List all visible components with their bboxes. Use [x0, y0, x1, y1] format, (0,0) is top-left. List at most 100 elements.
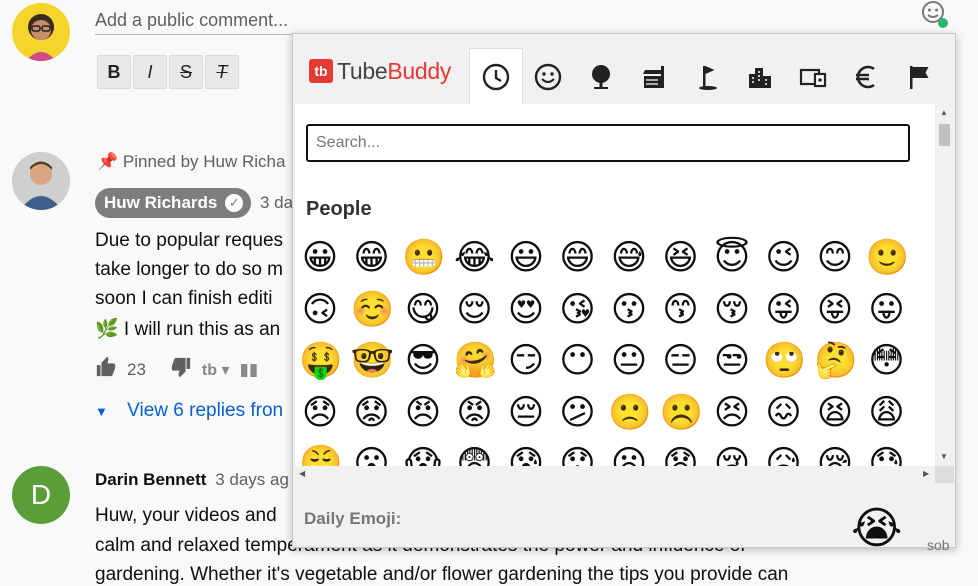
emoji-item[interactable]: 😪: [814, 443, 856, 466]
scroll-left-icon[interactable]: ◀: [299, 469, 305, 478]
emoji-item[interactable]: 😨: [454, 443, 496, 466]
comment-line: Due to popular reques: [95, 230, 284, 251]
emoji-item[interactable]: 😂: [454, 237, 496, 279]
emoji-item[interactable]: 😋: [402, 289, 444, 331]
tab-places[interactable]: [734, 50, 786, 104]
emoji-item[interactable]: 😆: [660, 237, 702, 279]
emoji-item[interactable]: 😊: [814, 237, 856, 279]
emoji-item[interactable]: 😢: [711, 443, 753, 466]
emoji-item[interactable]: 😁: [351, 237, 393, 279]
emoji-item[interactable]: 🤓: [351, 340, 395, 382]
thumbs-down-icon[interactable]: [170, 356, 192, 383]
comment-line: 🌿 I will run this as an: [95, 319, 281, 340]
emoji-item[interactable]: 🤔: [814, 340, 858, 382]
emoji-item[interactable]: 😓: [866, 443, 908, 466]
emoji-item[interactable]: 😜: [763, 289, 805, 331]
emoji-item[interactable]: 😗: [608, 289, 650, 331]
emoji-item[interactable]: 😶: [557, 340, 599, 382]
emoji-item[interactable]: ☺️: [351, 289, 395, 331]
emoji-item[interactable]: 😠: [402, 392, 444, 434]
emoji-item[interactable]: 😉: [763, 237, 805, 279]
tab-activity[interactable]: [681, 50, 733, 104]
emoji-item[interactable]: 😐: [608, 340, 650, 382]
vertical-scrollbar[interactable]: ▲ ▼: [935, 104, 954, 466]
comment-author[interactable]: Darin Bennett 3 days ag: [95, 470, 289, 490]
emoji-item[interactable]: 🤗: [454, 340, 498, 382]
scroll-up-icon[interactable]: ▲: [940, 108, 948, 117]
emoji-item[interactable]: 😏: [505, 340, 547, 382]
daily-emoji[interactable]: 😭: [851, 504, 902, 554]
emoji-item[interactable]: 😧: [660, 443, 702, 466]
emoji-item[interactable]: 😟: [351, 392, 393, 434]
tubebuddy-menu-icon[interactable]: tb ▾: [202, 360, 230, 380]
emoji-item[interactable]: 😙: [660, 289, 702, 331]
devices-icon: [799, 68, 827, 88]
tab-recent[interactable]: [469, 48, 523, 105]
emoji-item[interactable]: 🙁: [608, 392, 652, 434]
emoji-item[interactable]: 🙃: [299, 289, 341, 331]
emoji-item[interactable]: 😑: [660, 340, 702, 382]
emoji-item[interactable]: 😱: [402, 443, 444, 466]
emoji-item[interactable]: 😎: [402, 340, 444, 382]
tab-symbols[interactable]: [840, 50, 892, 104]
clear-format-button[interactable]: T: [205, 55, 239, 89]
emoji-item[interactable]: 😖: [763, 392, 805, 434]
emoji-item[interactable]: 😃: [505, 237, 547, 279]
thumbs-up-icon[interactable]: [95, 356, 117, 383]
emoji-item[interactable]: 😩: [866, 392, 908, 434]
author-badge[interactable]: Huw Richards ✓: [95, 188, 252, 218]
strikethrough-button[interactable]: S: [169, 55, 203, 89]
stats-icon[interactable]: ▮▮: [240, 360, 259, 380]
comment-date: 3 days ag: [215, 470, 289, 489]
emoji-item[interactable]: 😬: [402, 237, 446, 279]
emoji-item[interactable]: 😞: [299, 392, 341, 434]
horizontal-scrollbar[interactable]: ◀ ▶: [295, 466, 935, 483]
emoji-item[interactable]: 🙂: [866, 237, 910, 279]
emoji-item[interactable]: 😣: [711, 392, 753, 434]
scroll-right-icon[interactable]: ▶: [923, 469, 929, 478]
emoji-item[interactable]: 😛: [866, 289, 908, 331]
emoji-search-input[interactable]: [306, 124, 910, 162]
flag-icon: [910, 66, 929, 89]
emoji-item[interactable]: 😒: [711, 340, 753, 382]
tab-people[interactable]: [522, 50, 574, 104]
scroll-thumb[interactable]: [939, 124, 950, 146]
emoji-item[interactable]: 😳: [866, 340, 908, 382]
emoji-item[interactable]: 😮: [351, 443, 393, 466]
emoji-item[interactable]: ☹️: [660, 392, 704, 434]
tab-food[interactable]: [628, 50, 680, 104]
emoji-item[interactable]: 😥: [763, 443, 805, 466]
view-replies-link[interactable]: ▼ View 6 replies fron: [95, 400, 283, 422]
tab-nature[interactable]: [575, 50, 627, 104]
golf-icon: [699, 66, 717, 90]
emoji-item[interactable]: 😍: [505, 289, 547, 331]
italic-button[interactable]: I: [133, 55, 167, 89]
emoji-item[interactable]: 😝: [814, 289, 856, 331]
comment-line: Huw, your videos and: [95, 505, 277, 526]
emoji-item[interactable]: 😡: [454, 392, 496, 434]
emoji-item[interactable]: 😇: [711, 237, 753, 279]
emoji-item[interactable]: 😌: [454, 289, 496, 331]
pinned-label: 📌 Pinned by Huw Richa: [97, 152, 285, 172]
comment-input[interactable]: [95, 6, 795, 35]
tab-flags[interactable]: [893, 50, 945, 104]
daily-emoji-label: Daily Emoji:: [304, 509, 402, 528]
emoji-item[interactable]: 😦: [608, 443, 650, 466]
emoji-item[interactable]: 🤑: [299, 340, 343, 382]
emoji-item[interactable]: 😄: [557, 237, 599, 279]
emoji-item[interactable]: 😔: [505, 392, 547, 434]
emoji-item[interactable]: 😯: [557, 443, 599, 466]
emoji-item[interactable]: 😚: [711, 289, 753, 331]
emoji-item[interactable]: 😤: [299, 443, 343, 466]
emoji-item[interactable]: 😕: [557, 392, 599, 434]
clear-format-label: T: [216, 61, 228, 82]
scroll-down-icon[interactable]: ▼: [940, 452, 948, 461]
bold-button[interactable]: B: [97, 55, 131, 89]
emoji-item[interactable]: 😀: [299, 237, 341, 279]
emoji-item[interactable]: 😫: [814, 392, 856, 434]
emoji-item[interactable]: 😰: [505, 443, 547, 466]
emoji-item[interactable]: 😅: [608, 237, 650, 279]
emoji-item[interactable]: 🙄: [763, 340, 807, 382]
tab-objects[interactable]: [787, 50, 839, 104]
emoji-item[interactable]: 😘: [557, 289, 599, 331]
